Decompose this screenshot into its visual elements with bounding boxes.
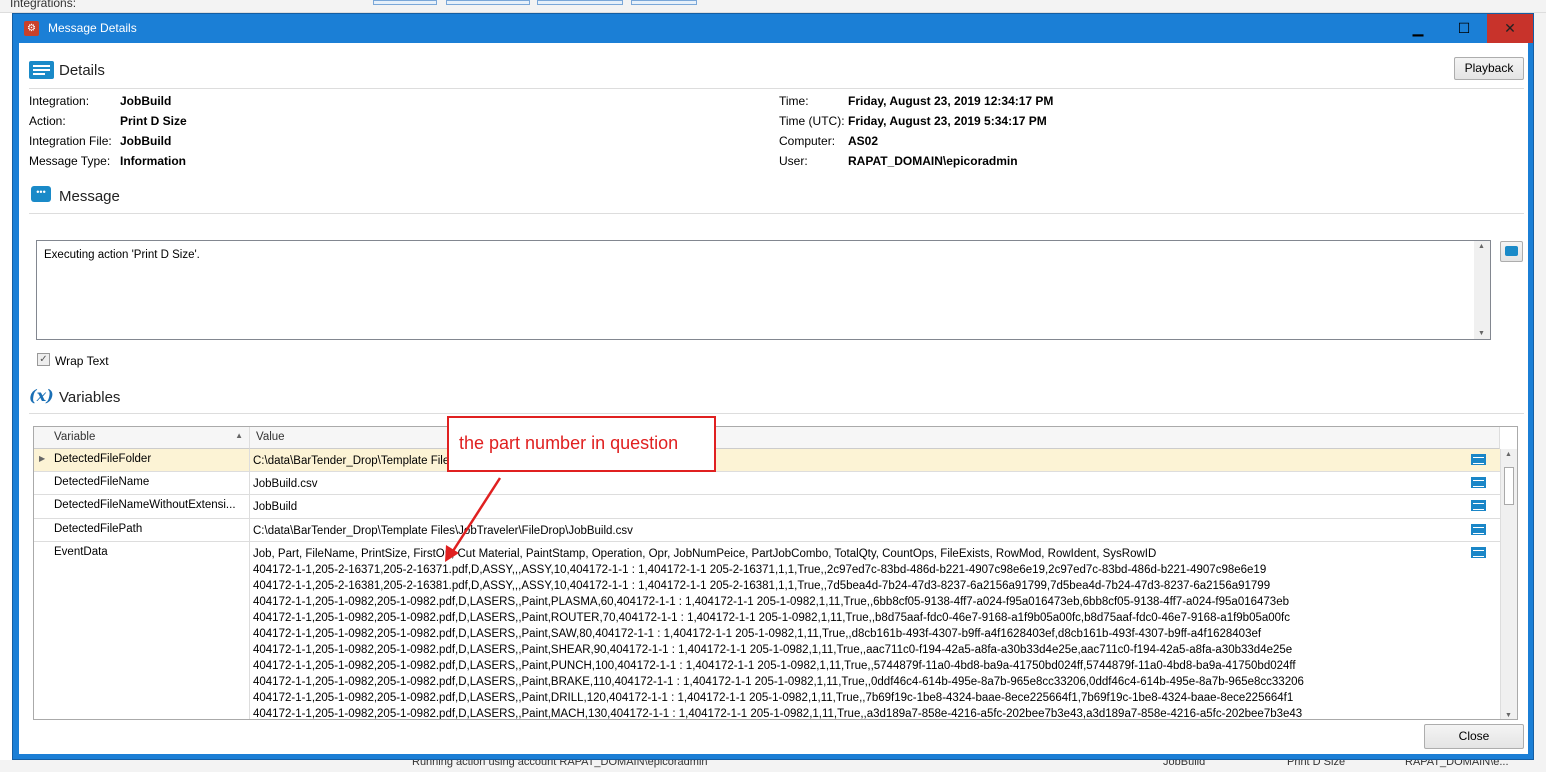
variable-name: EventData bbox=[34, 542, 250, 719]
divider bbox=[29, 413, 1524, 414]
view-message-button[interactable] bbox=[1500, 241, 1523, 262]
variables-grid: Variable ▲ Value ▶ DetectedFileFolder C:… bbox=[33, 426, 1518, 720]
background-button[interactable] bbox=[631, 0, 697, 5]
variable-value: C:\data\BarTender_Drop\Template Files\Jo… bbox=[253, 525, 633, 537]
title-bar[interactable]: ⚙ Message Details ▁ ☐ ✕ bbox=[13, 14, 1533, 43]
message-bubble-icon: ••• bbox=[31, 186, 51, 202]
annotation-callout: the part number in question bbox=[447, 416, 716, 472]
time-utc-label: Time (UTC): bbox=[779, 114, 845, 128]
wrap-text-label: Wrap Text bbox=[55, 354, 109, 368]
table-row[interactable]: DetectedFilePath C:\data\BarTender_Drop\… bbox=[34, 519, 1500, 542]
sort-ascending-icon: ▲ bbox=[235, 431, 243, 440]
background-list-edge bbox=[1534, 13, 1546, 760]
close-button[interactable]: Close bbox=[1424, 724, 1524, 749]
dialog-content: Details Playback Integration: JobBuild A… bbox=[19, 43, 1528, 754]
time-utc-value: Friday, August 23, 2019 5:34:17 PM bbox=[848, 114, 1047, 128]
minimize-button[interactable]: ▁ bbox=[1395, 14, 1441, 43]
message-type-value: Information bbox=[120, 154, 186, 168]
column-header-variable[interactable]: Variable ▲ bbox=[34, 427, 250, 449]
details-icon bbox=[29, 61, 54, 79]
view-value-icon[interactable] bbox=[1471, 477, 1486, 488]
wrap-text-checkbox[interactable]: ✓ bbox=[37, 353, 50, 366]
details-heading: Details bbox=[59, 62, 105, 79]
background-button[interactable] bbox=[446, 0, 530, 5]
action-label: Action: bbox=[29, 114, 66, 128]
event-data-line: 404172-1-1,205-1-0982,205-1-0982.pdf,D,L… bbox=[253, 612, 1291, 624]
user-label: User: bbox=[779, 154, 808, 168]
view-value-icon[interactable] bbox=[1471, 524, 1486, 535]
table-row[interactable]: DetectedFileName JobBuild.csv bbox=[34, 472, 1500, 495]
scrollbar-thumb[interactable] bbox=[1504, 467, 1514, 505]
view-value-icon[interactable] bbox=[1471, 454, 1486, 465]
integrations-label: Integrations: bbox=[10, 0, 77, 10]
column-label: Variable bbox=[54, 431, 96, 443]
message-scrollbar[interactable]: ▲ ▼ bbox=[1474, 241, 1490, 339]
event-data-line: 404172-1-1,205-1-0982,205-1-0982.pdf,D,L… bbox=[253, 628, 1262, 640]
column-header-value[interactable]: Value bbox=[250, 427, 1500, 449]
app-gear-icon: ⚙ bbox=[24, 21, 39, 36]
event-data-line: 404172-1-1,205-1-0982,205-1-0982.pdf,D,L… bbox=[253, 596, 1289, 608]
maximize-button[interactable]: ☐ bbox=[1441, 14, 1487, 43]
integration-label: Integration: bbox=[29, 94, 90, 108]
user-value: RAPAT_DOMAIN\epicoradmin bbox=[848, 154, 1018, 168]
variable-value: JobBuild bbox=[253, 501, 298, 513]
log-integration: JobBuild bbox=[1163, 760, 1206, 768]
variable-name: DetectedFileNameWithoutExtensi... bbox=[34, 495, 250, 518]
time-label: Time: bbox=[779, 94, 809, 108]
background-log-row: Running action using account RAPAT_DOMAI… bbox=[0, 760, 1546, 772]
background-button[interactable] bbox=[373, 0, 437, 5]
event-data-line: Job, Part, FileName, PrintSize, FirstOp,… bbox=[253, 548, 1157, 560]
divider bbox=[29, 88, 1524, 89]
view-value-icon[interactable] bbox=[1471, 547, 1486, 558]
table-row[interactable]: DetectedFileNameWithoutExtensi... JobBui… bbox=[34, 495, 1500, 519]
message-details-window: ⚙ Message Details ▁ ☐ ✕ Details Playback… bbox=[12, 13, 1534, 760]
event-data-value: Job, Part, FileName, PrintSize, FirstOp,… bbox=[250, 542, 1304, 720]
time-value: Friday, August 23, 2019 12:34:17 PM bbox=[848, 94, 1054, 108]
log-action: Print D Size bbox=[1287, 760, 1346, 768]
table-row-eventdata[interactable]: EventData Job, Part, FileName, PrintSize… bbox=[34, 542, 1500, 720]
log-text: Running action using account RAPAT_DOMAI… bbox=[412, 760, 708, 768]
log-user: RAPAT_DOMAIN\e... bbox=[1405, 760, 1509, 768]
view-value-icon[interactable] bbox=[1471, 500, 1486, 511]
integration-file-label: Integration File: bbox=[29, 134, 112, 148]
divider bbox=[29, 213, 1524, 214]
background-app-header: Integrations: bbox=[0, 0, 1546, 13]
variables-icon: (x) bbox=[29, 386, 54, 405]
event-data-line: 404172-1-1,205-1-0982,205-1-0982.pdf,D,L… bbox=[253, 708, 1303, 720]
event-data-line: 404172-1-1,205-2-16371,205-2-16371.pdf,D… bbox=[253, 564, 1267, 576]
message-text: Executing action 'Print D Size'. bbox=[44, 249, 200, 261]
message-textbox[interactable]: Executing action 'Print D Size'. ▲ ▼ bbox=[36, 240, 1491, 340]
column-label: Value bbox=[256, 431, 285, 443]
variables-heading: Variables bbox=[59, 389, 121, 406]
event-data-line: 404172-1-1,205-1-0982,205-1-0982.pdf,D,L… bbox=[253, 692, 1294, 704]
event-data-line: 404172-1-1,205-1-0982,205-1-0982.pdf,D,L… bbox=[253, 660, 1296, 672]
playback-button[interactable]: Playback bbox=[1454, 57, 1524, 80]
integration-value: JobBuild bbox=[120, 94, 172, 108]
window-title: Message Details bbox=[48, 21, 137, 35]
integration-file-value: JobBuild bbox=[120, 134, 172, 148]
close-window-button[interactable]: ✕ bbox=[1487, 14, 1533, 43]
event-data-line: 404172-1-1,205-2-16381,205-2-16381.pdf,D… bbox=[253, 580, 1271, 592]
variable-name: DetectedFileFolder bbox=[34, 449, 250, 471]
computer-value: AS02 bbox=[848, 134, 879, 148]
table-row[interactable]: ▶ DetectedFileFolder C:\data\BarTender_D… bbox=[34, 449, 1500, 472]
variable-name: DetectedFileName bbox=[34, 472, 250, 494]
background-button[interactable] bbox=[537, 0, 623, 5]
event-data-line: 404172-1-1,205-1-0982,205-1-0982.pdf,D,L… bbox=[253, 644, 1293, 656]
event-data-line: 404172-1-1,205-1-0982,205-1-0982.pdf,D,L… bbox=[253, 676, 1304, 688]
variable-name: DetectedFilePath bbox=[34, 519, 250, 541]
grid-scrollbar[interactable]: ▲ ▼ bbox=[1500, 449, 1517, 719]
message-type-label: Message Type: bbox=[29, 154, 111, 168]
variable-value: JobBuild.csv bbox=[253, 478, 318, 490]
message-heading: Message bbox=[59, 188, 120, 205]
action-value: Print D Size bbox=[120, 114, 187, 128]
computer-label: Computer: bbox=[779, 134, 836, 148]
